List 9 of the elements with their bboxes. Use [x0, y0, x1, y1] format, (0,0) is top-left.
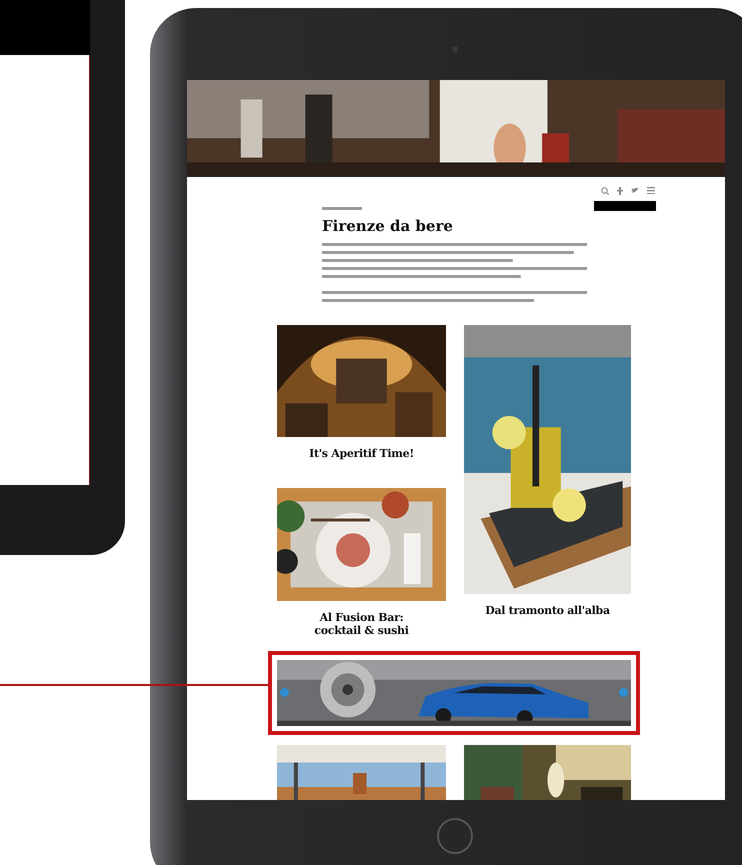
home-button[interactable] [437, 818, 473, 854]
search-icon[interactable] [601, 187, 609, 195]
illegible-text-drawing [322, 205, 362, 213]
menu-icon[interactable] [647, 187, 655, 194]
card-title[interactable]: Dal tramonto all'alba [464, 604, 631, 617]
bird-icon[interactable] [631, 187, 639, 194]
article-title: Firenze da bere [322, 216, 454, 237]
card-title[interactable]: It's Aperitif Time! [277, 446, 446, 460]
card-title[interactable]: Al Fusion Bar: cocktail & sushi [277, 610, 446, 638]
